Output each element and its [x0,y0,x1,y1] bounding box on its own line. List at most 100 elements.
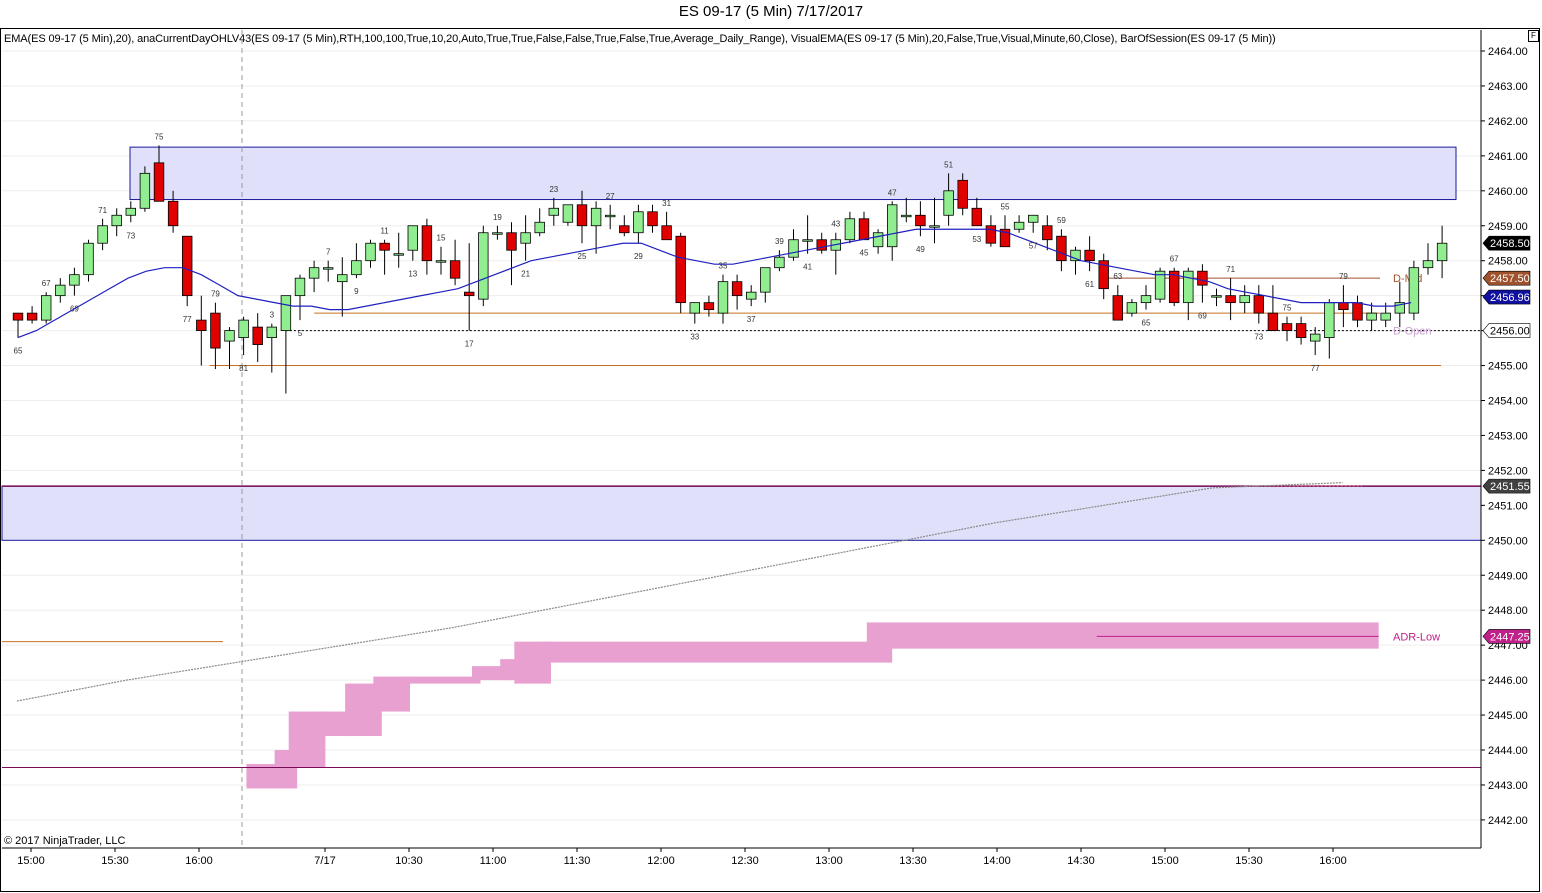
x-tick-label: 14:30 [1067,855,1095,867]
candle-body [322,267,334,270]
candle-body [590,207,602,227]
adr-band-layer [246,622,1379,789]
level-label-adr-low: ADR-Low [1393,631,1440,643]
bar-number: 21 [521,270,530,279]
bar-number: 15 [437,234,446,243]
candle-body [252,326,263,345]
candle-body [463,291,475,297]
x-tick-label: 15:30 [1235,855,1263,867]
candle-body [1295,323,1307,338]
y-tick-label: 2443.00 [1488,780,1528,792]
candle-body [1281,323,1293,331]
y-tick-label: 2454.00 [1488,396,1528,408]
candle-body [196,319,207,331]
y-tick-label: 2464.00 [1488,46,1528,58]
candle-body [1436,242,1448,262]
y-tick-label: 2461.00 [1488,151,1528,163]
bar-number: 59 [1057,216,1066,225]
candle-body [1154,270,1166,300]
candle-body [901,214,912,218]
bar-number: 65 [1142,319,1151,328]
bar-number: 65 [14,347,23,356]
candle-body [1366,312,1377,321]
bar-number: 17 [465,340,474,349]
bar-number: 31 [662,199,671,208]
x-tick-label: 16:00 [1319,855,1347,867]
y-tick-label: 2462.00 [1488,116,1528,128]
candle-body [788,239,799,258]
candle-body [69,274,80,286]
price-marker-label: 2457.50 [1490,273,1530,285]
y-tick-label: 2458.00 [1488,256,1528,268]
price-chart[interactable]: D-MidD-OpenADR-Low 656769717375777981357… [0,0,1542,893]
candle-body [266,326,278,338]
y-tick-label: 2444.00 [1488,745,1528,757]
bar-number: 11 [380,227,389,236]
candle-body [224,330,235,342]
y-tick-label: 2459.00 [1488,221,1528,233]
y-tick-label: 2451.00 [1488,500,1528,512]
candle-body [1084,249,1095,262]
candle-body [139,172,151,209]
candle-body [83,242,94,276]
bar-number: 71 [1226,265,1235,274]
candle-body [689,302,701,314]
y-tick-label: 2453.00 [1488,430,1528,442]
candle-body [478,232,489,300]
candle-body [26,312,38,321]
candle-body [746,291,757,300]
x-tick-label: 11:30 [564,855,591,867]
bar-number: 69 [1198,312,1207,321]
candle-body [1408,267,1420,314]
y-tick-label: 2449.00 [1488,570,1528,582]
bar-number: 13 [408,270,417,279]
candle-body [731,281,743,297]
candle-body [1183,270,1194,304]
y-tick-label: 2442.00 [1488,815,1528,827]
bar-number: 75 [1283,304,1292,313]
candle-body [238,319,249,338]
candle-body [1056,235,1067,262]
x-tick-label: 7/17 [314,855,335,867]
candle-body [647,211,658,227]
bar-number: 71 [98,206,107,215]
candle-body [957,179,968,209]
bar-number: 7 [326,248,331,257]
candle-body [111,214,122,227]
bar-number: 9 [354,287,359,296]
candle-body [760,267,771,293]
adr-band-step [542,641,893,663]
candle-body [985,225,997,244]
bar-number: 3 [270,311,275,320]
candle-body [492,232,503,235]
bar-number: 29 [634,252,643,261]
candle-body [407,225,419,251]
bar-number: 39 [775,237,784,246]
candle-body [576,204,588,227]
bar-number: 19 [493,213,502,222]
x-tick-label: 14:00 [983,855,1011,867]
candle-body [929,225,940,228]
price-marker-label: 2456.00 [1490,326,1530,338]
y-tick-label: 2460.00 [1488,186,1528,198]
bar-number: 73 [126,231,135,240]
candle-body [1013,221,1025,230]
bar-number: 77 [1311,364,1320,373]
candle-body [1310,333,1321,342]
x-axis: 15:00 15:30 16:00 7/17 10:30 11:00 11:30 12:00 1… [2,847,1481,867]
y-tick-label: 2448.00 [1488,605,1528,617]
candle-body [872,232,884,248]
candle-body [308,267,320,279]
candle-body [97,225,108,244]
bar-number: 25 [578,252,587,261]
candle-body [703,302,715,311]
y-tick-label: 2455.00 [1488,361,1528,373]
candle-body [337,274,348,283]
candle-body [1028,214,1039,223]
x-tick-label: 11:00 [480,855,507,867]
candle-body [1140,295,1152,304]
bar-number: 51 [944,160,953,169]
bar-number: 75 [155,132,164,141]
candle-body [943,190,954,216]
x-tick-label: 10:30 [395,855,423,867]
